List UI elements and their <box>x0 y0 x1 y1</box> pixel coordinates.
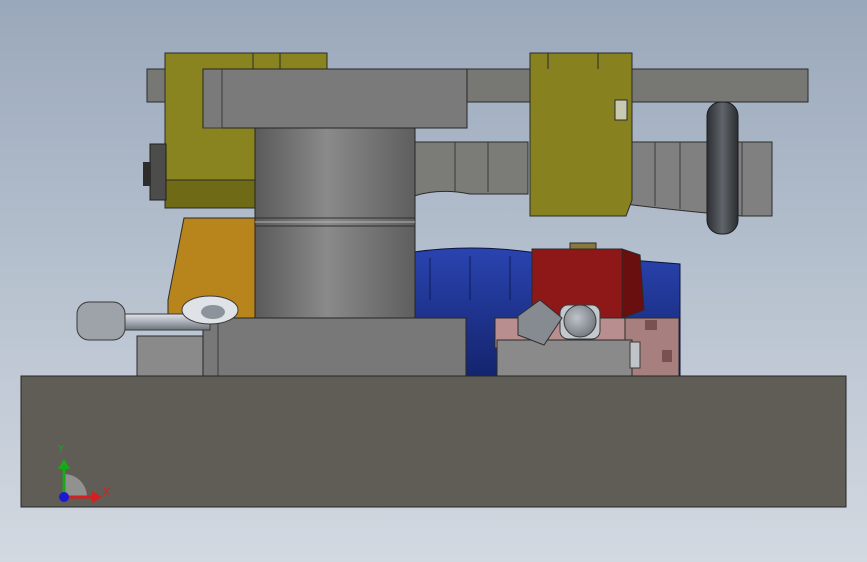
y-axis-label: Y <box>58 444 65 455</box>
cylinder-top-flange[interactable] <box>202 68 468 129</box>
cad-viewport[interactable]: Y X <box>0 0 867 562</box>
z-axis-dot <box>59 492 69 502</box>
fixture-assembly-view[interactable] <box>0 0 867 562</box>
left-gray-block[interactable] <box>136 335 208 377</box>
main-cylinder[interactable] <box>254 127 416 321</box>
right-gray-block[interactable] <box>496 339 633 377</box>
x-axis-label: X <box>103 487 110 498</box>
right-olive-clamp[interactable] <box>529 52 633 217</box>
base-plate[interactable] <box>20 375 847 508</box>
locating-pin[interactable] <box>706 101 739 235</box>
center-base-block[interactable] <box>202 317 467 377</box>
